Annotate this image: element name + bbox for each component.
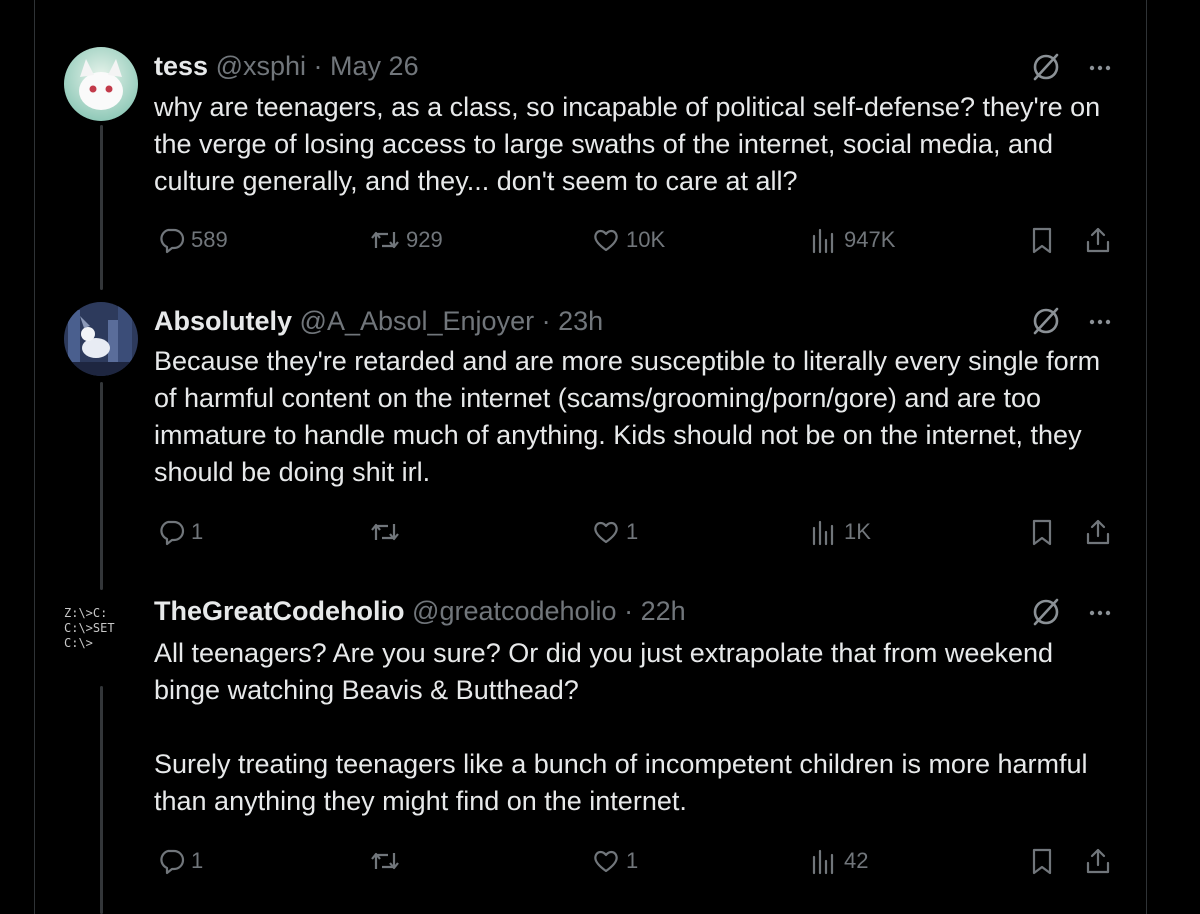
like-icon bbox=[594, 850, 618, 873]
reply-icon bbox=[160, 228, 185, 254]
repost-button[interactable] bbox=[370, 847, 406, 875]
views-button[interactable]: 1K bbox=[810, 518, 871, 546]
share-button[interactable] bbox=[1084, 518, 1112, 546]
repost-count: 929 bbox=[406, 227, 443, 252]
avatar[interactable] bbox=[64, 47, 138, 121]
grok-icon[interactable] bbox=[1030, 596, 1062, 628]
like-count: 10K bbox=[626, 227, 666, 252]
more-icon[interactable] bbox=[1084, 306, 1116, 338]
tweet-3[interactable]: Z:\>C: C:\>SET C:\> TheGreatCodeholio @g… bbox=[0, 590, 1200, 914]
avatar-text-line: Z:\>C: bbox=[64, 606, 108, 620]
avatar-text-line: C:\> bbox=[64, 636, 93, 650]
views-count: 42 bbox=[844, 848, 869, 873]
timestamp[interactable]: 22h bbox=[641, 596, 686, 626]
views-icon bbox=[812, 849, 834, 875]
avatar[interactable]: Z:\>C: C:\>SET C:\> bbox=[64, 602, 138, 676]
avatar[interactable] bbox=[64, 302, 138, 376]
reply-count: 1 bbox=[191, 519, 204, 544]
thread-line bbox=[100, 382, 103, 590]
user-handle[interactable]: @greatcodeholio bbox=[412, 596, 617, 626]
reply-button[interactable]: 1 bbox=[157, 847, 203, 875]
like-count: 1 bbox=[626, 519, 639, 544]
tweet-header: Absolutely @A_Absol_Enjoyer · 23h bbox=[154, 305, 603, 337]
repost-icon bbox=[371, 523, 399, 541]
reply-button[interactable]: 1 bbox=[157, 518, 203, 546]
share-icon bbox=[1086, 519, 1110, 545]
tweet-text: Because they're retarded and are more su… bbox=[154, 346, 1108, 487]
repost-button[interactable]: 929 bbox=[370, 226, 443, 254]
like-icon bbox=[594, 229, 618, 252]
share-icon bbox=[1086, 227, 1110, 253]
views-count: 947K bbox=[844, 227, 896, 252]
views-button[interactable]: 42 bbox=[810, 847, 868, 875]
repost-icon bbox=[371, 231, 399, 249]
reply-count: 1 bbox=[191, 848, 204, 873]
more-icon[interactable] bbox=[1084, 597, 1116, 629]
display-name[interactable]: Absolutely bbox=[154, 306, 292, 336]
bookmark-icon bbox=[1032, 848, 1052, 875]
share-button[interactable] bbox=[1084, 226, 1112, 254]
reply-count: 589 bbox=[191, 227, 228, 252]
thread-line bbox=[100, 125, 103, 290]
timestamp[interactable]: 23h bbox=[558, 306, 603, 336]
reply-button[interactable]: 589 bbox=[157, 226, 228, 254]
share-icon bbox=[1086, 848, 1110, 874]
like-icon bbox=[594, 521, 618, 544]
tweet-text: All teenagers? Are you sure? Or did you … bbox=[154, 638, 1088, 816]
display-name[interactable]: TheGreatCodeholio bbox=[154, 596, 405, 626]
bookmark-icon bbox=[1032, 227, 1052, 254]
like-button[interactable]: 10K bbox=[592, 226, 665, 254]
tweet-header: tess @xsphi · May 26 bbox=[154, 50, 419, 82]
bookmark-button[interactable] bbox=[1028, 518, 1056, 546]
user-handle[interactable]: @A_Absol_Enjoyer bbox=[300, 306, 535, 336]
avatar-text-line: C:\>SET bbox=[64, 621, 115, 635]
bookmark-button[interactable] bbox=[1028, 847, 1056, 875]
reply-icon bbox=[160, 849, 185, 875]
separator-dot: · bbox=[541, 306, 551, 336]
tweet-1[interactable]: tess @xsphi · May 26 why are teenagers, … bbox=[0, 0, 1200, 290]
views-count: 1K bbox=[844, 519, 871, 544]
views-button[interactable]: 947K bbox=[810, 226, 895, 254]
views-icon bbox=[812, 520, 834, 546]
tweet-text: why are teenagers, as a class, so incapa… bbox=[154, 92, 1108, 196]
like-button[interactable]: 1 bbox=[592, 847, 638, 875]
display-name[interactable]: tess bbox=[154, 51, 208, 81]
share-button[interactable] bbox=[1084, 847, 1112, 875]
reply-icon bbox=[160, 520, 185, 546]
tweet-2[interactable]: Absolutely @A_Absol_Enjoyer · 23h Becaus… bbox=[0, 290, 1200, 590]
user-handle[interactable]: @xsphi bbox=[216, 51, 306, 81]
separator-dot: · bbox=[624, 596, 634, 626]
views-icon bbox=[812, 228, 834, 254]
grok-icon[interactable] bbox=[1030, 305, 1062, 337]
separator-dot: · bbox=[313, 51, 323, 81]
like-count: 1 bbox=[626, 848, 639, 873]
repost-icon bbox=[371, 852, 399, 870]
thread-line bbox=[100, 686, 103, 914]
bookmark-icon bbox=[1032, 519, 1052, 546]
timestamp[interactable]: May 26 bbox=[330, 51, 419, 81]
like-button[interactable]: 1 bbox=[592, 518, 638, 546]
repost-button[interactable] bbox=[370, 518, 406, 546]
more-icon[interactable] bbox=[1084, 52, 1116, 84]
bookmark-button[interactable] bbox=[1028, 226, 1056, 254]
tweet-header: TheGreatCodeholio @greatcodeholio · 22h bbox=[154, 595, 686, 627]
grok-icon[interactable] bbox=[1030, 51, 1062, 83]
